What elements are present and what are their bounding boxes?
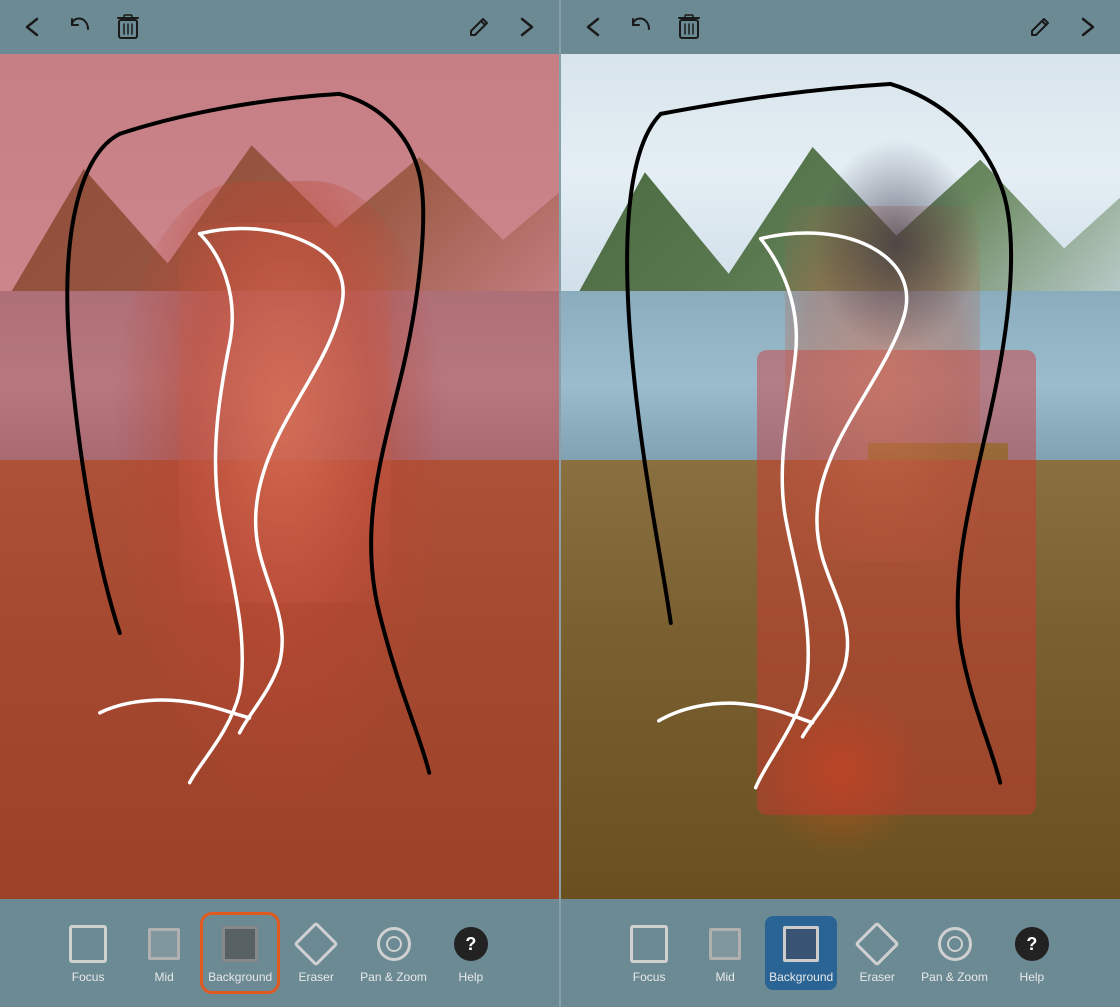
right-mid-square-icon	[709, 928, 741, 960]
right-tool-help[interactable]: ? Help	[996, 916, 1068, 990]
left-toolbar-left	[16, 11, 144, 43]
right-help-circle-icon: ?	[1015, 927, 1049, 961]
right-tool-background[interactable]: Background	[765, 916, 837, 990]
right-tool-eraser[interactable]: Eraser	[841, 916, 913, 990]
right-toolbar-left	[577, 11, 705, 43]
left-help-icon-box: ?	[449, 922, 493, 966]
right-eraser-icon-box	[855, 922, 899, 966]
left-tool-panzoom[interactable]: Pan & Zoom	[356, 916, 431, 990]
left-undo-button[interactable]	[64, 11, 96, 43]
right-focus-icon-box	[627, 922, 671, 966]
right-toolbar-right	[1024, 11, 1104, 43]
left-photo	[0, 54, 559, 899]
right-mid-label: Mid	[715, 970, 734, 984]
left-edit-button[interactable]	[463, 11, 495, 43]
right-photo	[561, 54, 1120, 899]
main-panels: Focus Mid Background Er	[0, 0, 1120, 1007]
left-toolbar-right	[463, 11, 543, 43]
left-help-label: Help	[459, 970, 484, 984]
panzoom-inner-circle	[386, 936, 402, 952]
right-tool-focus[interactable]: Focus	[613, 916, 685, 990]
right-background-square-icon	[783, 926, 819, 962]
right-forward-button[interactable]	[1072, 11, 1104, 43]
help-circle-icon: ?	[454, 927, 488, 961]
background-square-icon	[222, 926, 258, 962]
left-tool-eraser[interactable]: Eraser	[280, 916, 352, 990]
right-helmet	[813, 139, 981, 350]
left-eraser-label: Eraser	[299, 970, 334, 984]
left-focus-icon-box	[66, 922, 110, 966]
panzoom-circle-icon	[377, 927, 411, 961]
right-edit-button[interactable]	[1024, 11, 1056, 43]
left-panel: Focus Mid Background Er	[0, 0, 559, 1007]
left-panzoom-icon-box	[372, 922, 416, 966]
left-eraser-icon-box	[294, 922, 338, 966]
right-panel: Focus Mid Background Er	[559, 0, 1120, 1007]
focus-square-icon	[69, 925, 107, 963]
left-delete-button[interactable]	[112, 11, 144, 43]
right-panzoom-label: Pan & Zoom	[921, 970, 988, 984]
right-mid-icon-box	[703, 922, 747, 966]
right-focus-label: Focus	[633, 970, 666, 984]
left-tool-help[interactable]: ? Help	[435, 916, 507, 990]
right-panzoom-inner-circle	[947, 936, 963, 952]
left-toolbar	[0, 0, 559, 54]
left-bottom-toolbar: Focus Mid Background Er	[0, 899, 559, 1007]
right-panzoom-icon-box	[933, 922, 977, 966]
left-forward-button[interactable]	[511, 11, 543, 43]
left-focus-label: Focus	[72, 970, 105, 984]
left-tool-background[interactable]: Background	[204, 916, 276, 990]
right-eraser-diamond-icon	[855, 921, 900, 966]
right-background-icon-box	[779, 922, 823, 966]
left-mid-label: Mid	[154, 970, 173, 984]
face-area	[179, 223, 391, 603]
right-tool-mid[interactable]: Mid	[689, 916, 761, 990]
left-tool-focus[interactable]: Focus	[52, 916, 124, 990]
left-panzoom-label: Pan & Zoom	[360, 970, 427, 984]
left-image-area	[0, 54, 559, 899]
right-bottom-toolbar: Focus Mid Background Er	[561, 899, 1120, 1007]
right-help-label: Help	[1020, 970, 1045, 984]
right-focus-square-icon	[630, 925, 668, 963]
left-back-button[interactable]	[16, 11, 48, 43]
right-undo-button[interactable]	[625, 11, 657, 43]
right-tool-panzoom[interactable]: Pan & Zoom	[917, 916, 992, 990]
right-back-button[interactable]	[577, 11, 609, 43]
right-help-icon-box: ?	[1010, 922, 1054, 966]
mid-square-icon	[148, 928, 180, 960]
right-image-area	[561, 54, 1120, 899]
right-background-label: Background	[769, 970, 833, 984]
right-eraser-label: Eraser	[860, 970, 895, 984]
right-panzoom-circle-icon	[938, 927, 972, 961]
left-background-icon-box	[218, 922, 262, 966]
eraser-diamond-icon	[294, 921, 339, 966]
left-mid-icon-box	[142, 922, 186, 966]
right-toolbar	[561, 0, 1120, 54]
left-background-label: Background	[208, 970, 272, 984]
right-delete-button[interactable]	[673, 11, 705, 43]
left-tool-mid[interactable]: Mid	[128, 916, 200, 990]
